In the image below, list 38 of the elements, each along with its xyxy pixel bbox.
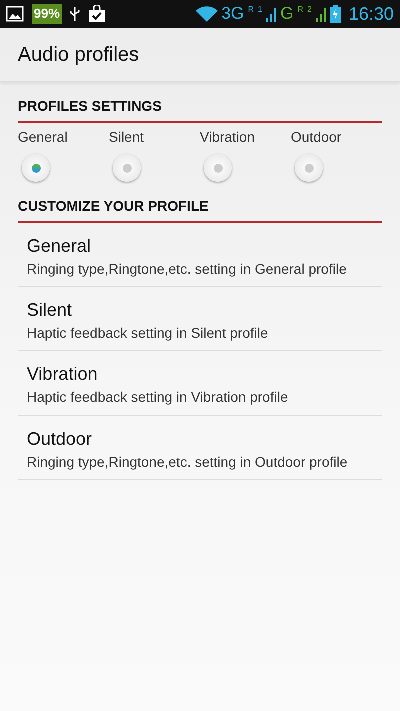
roaming-indicator: R [248,4,254,16]
profile-list-item[interactable]: Silent Haptic feedback setting in Silent profile [18,287,382,352]
network-type: G [280,3,294,26]
option-label: General [18,128,69,147]
profile-summary: Ringing type,Ringtone,etc. setting in Outdoor profile [27,452,349,471]
profile-summary: Ringing type,Ringtone,etc. setting in General profile [27,260,348,278]
profile-list-item[interactable]: Vibration Haptic feedback setting in Vibration profile [18,351,382,416]
clock-time: 16:30 [348,2,394,26]
profile-title: Silent [27,299,74,322]
battery-percent: 99% [32,4,62,24]
wifi-icon [196,6,218,22]
usb-icon [70,6,80,22]
section-heading: PROFILES SETTINGS [18,90,382,123]
radio-button[interactable] [22,154,50,182]
profile-title: Vibration [27,363,99,386]
battery-icon [330,5,341,23]
option-label: Vibration [200,128,256,147]
signal-icon [266,6,276,22]
radio-button[interactable] [113,154,141,182]
option-label: Outdoor [291,128,343,147]
network-type: 3G [222,3,244,26]
roaming-indicator: R [298,4,304,16]
section-heading: CUSTOMIZE YOUR PROFILE [18,190,382,223]
picture-icon [6,6,24,22]
profile-title: Outdoor [27,428,94,451]
radio-button[interactable] [295,154,323,182]
radio-button[interactable] [204,154,232,182]
shopping-bag-icon [88,5,106,23]
screen-title: Audio profiles [18,42,140,68]
sim-number: 2 [308,4,312,16]
signal-icon [316,6,326,22]
profile-summary: Haptic feedback setting in Vibration profile [27,388,290,407]
profile-summary: Haptic feedback setting in Silent profile [27,324,270,342]
profile-title: General [27,235,92,258]
sim-number: 1 [258,4,262,16]
profile-list-item[interactable]: Outdoor Ringing type,Ringtone,etc. setting in Outdoor profile [18,416,382,480]
profile-list-item[interactable]: General Ringing type,Ringtone,etc. setting in General profile [18,223,382,288]
option-label: Silent [109,128,146,147]
